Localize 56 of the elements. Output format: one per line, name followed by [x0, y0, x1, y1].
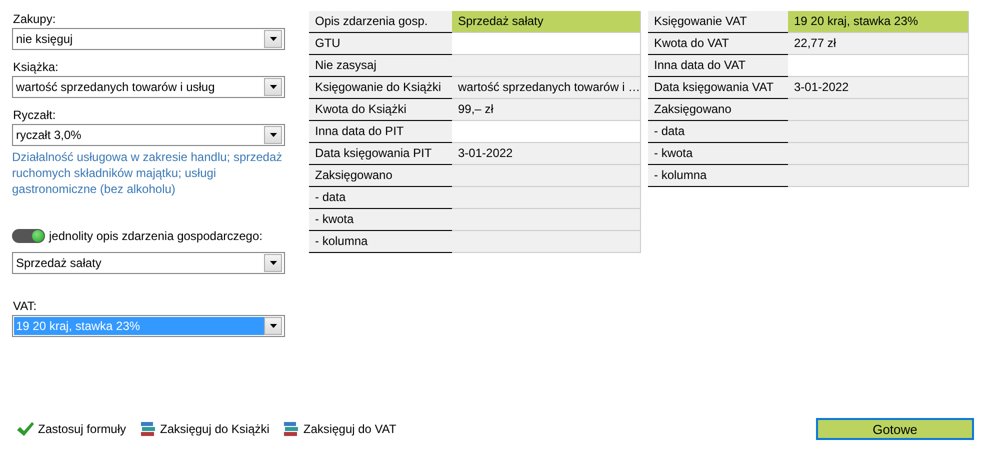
field-label: Książka:: [12, 59, 60, 76]
table-cell[interactable]: [452, 187, 641, 209]
table-cell: Księgowanie VAT: [648, 11, 788, 33]
table-cell[interactable]: 99,– zł: [452, 99, 641, 121]
table-cell[interactable]: 3-01-2022: [788, 77, 969, 99]
dropdown-field[interactable]: wartość sprzedanych towarów i usług: [12, 76, 285, 98]
table-cell[interactable]: [788, 55, 969, 77]
table-cell: Data księgowania VAT: [648, 77, 788, 99]
table-cell: Kwota do Książki: [309, 99, 452, 121]
toggle-label: jednolity opis zdarzenia gospodarczego:: [49, 229, 262, 243]
table-cell[interactable]: [452, 231, 641, 253]
dropdown-field[interactable]: Sprzedaż sałaty: [12, 252, 285, 274]
table-cell: Nie zasysaj: [309, 55, 452, 77]
table-cell[interactable]: [788, 165, 969, 187]
done-button[interactable]: Gotowe: [816, 418, 974, 440]
table-cell[interactable]: wartość sprzedanych towarów i …: [452, 77, 641, 99]
table-cell: Zaksięgowano: [309, 165, 452, 187]
table-cell: GTU: [309, 33, 452, 55]
table-cell: Inna data do VAT: [648, 55, 788, 77]
table-cell[interactable]: 19 20 kraj, stawka 23%: [788, 11, 969, 33]
table-cell[interactable]: [788, 99, 969, 121]
table-cell[interactable]: [452, 165, 641, 187]
field-label: VAT:: [12, 298, 38, 315]
table-cell[interactable]: [788, 121, 969, 143]
table-cell[interactable]: [452, 209, 641, 231]
table-cell: - kwota: [309, 209, 452, 231]
table-cell: - data: [309, 187, 452, 209]
description-text: Działalność usługowa w zakresie handlu; sprzedaż ruchomych składników majątku; usługi gastronomiczne (bez alkoholu): [12, 149, 284, 197]
books-icon: [283, 421, 300, 437]
table-cell[interactable]: Sprzedaż sałaty: [452, 11, 641, 33]
table-cell: - data: [648, 121, 788, 143]
table-cell: - kwota: [648, 143, 788, 165]
checkmark-icon: [16, 421, 34, 437]
action-button[interactable]: Zaksięguj do VAT: [279, 421, 400, 437]
table-cell[interactable]: [452, 121, 641, 143]
field-label: Zakupy:: [12, 11, 57, 28]
action-button[interactable]: Zaksięguj do Książki: [136, 421, 274, 437]
dropdown-field[interactable]: ryczałt 3,0%: [12, 124, 285, 146]
table-cell[interactable]: [788, 143, 969, 165]
table-cell: - kolumna: [648, 165, 788, 187]
table-cell[interactable]: [452, 55, 641, 77]
table-cell: - kolumna: [309, 231, 452, 253]
toggle-switch[interactable]: [12, 229, 45, 243]
field-label: Ryczałt:: [12, 107, 57, 124]
books-icon: [140, 421, 156, 437]
table-cell[interactable]: 3-01-2022: [452, 143, 641, 165]
table-cell: Data księgowania PIT: [309, 143, 452, 165]
action-button[interactable]: Zastosuj formuły: [12, 421, 130, 437]
table-cell: Zaksięgowano: [648, 99, 788, 121]
table-cell[interactable]: 22,77 zł: [788, 33, 969, 55]
table-cell: Kwota do VAT: [648, 33, 788, 55]
dropdown-field[interactable]: nie księguj: [12, 28, 285, 50]
table-cell[interactable]: [452, 33, 641, 55]
table-cell: Inna data do PIT: [309, 121, 452, 143]
table-cell: Opis zdarzenia gosp.: [309, 11, 452, 33]
table-cell: Księgowanie do Książki: [309, 77, 452, 99]
